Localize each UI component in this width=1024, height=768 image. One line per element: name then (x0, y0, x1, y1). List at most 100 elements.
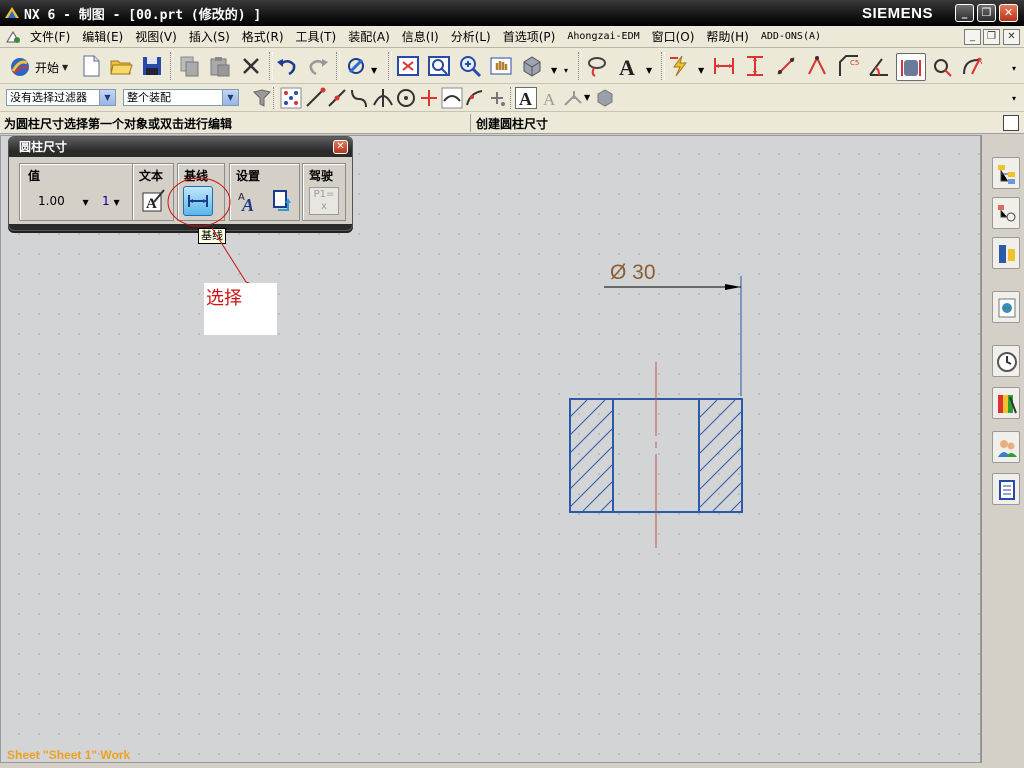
zoom-window-icon[interactable] (427, 54, 451, 78)
selection-scope-combo[interactable]: 整个装配 ▼ (123, 89, 239, 106)
mdi-restore-button[interactable]: ❐ (983, 29, 1000, 45)
control-point-icon[interactable] (348, 87, 370, 109)
text-snap-icon: A (519, 89, 532, 109)
minimize-button[interactable]: _ (955, 4, 974, 22)
point-constructor-icon[interactable] (486, 87, 508, 109)
menu-ahongzai-edm[interactable]: Ahongzai-EDM (561, 29, 645, 45)
text-snap-button[interactable]: A (515, 87, 537, 109)
history-tab[interactable] (992, 345, 1020, 377)
delete-icon[interactable] (239, 54, 263, 78)
menu-view[interactable]: 视图(V) (129, 29, 183, 45)
arc-center-icon[interactable] (395, 87, 417, 109)
intersection-point-icon[interactable] (372, 87, 394, 109)
general-filter-icon[interactable] (251, 87, 273, 109)
menu-analysis[interactable]: 分析(L) (445, 29, 497, 45)
cylindrical-dimension[interactable]: Ø 30 (604, 261, 742, 396)
text-group-label: 文本 (139, 169, 164, 183)
roles-tab[interactable] (992, 431, 1020, 463)
parallel-dimension-icon[interactable] (774, 54, 798, 78)
filter-dropdown-icon[interactable]: ▼ (584, 93, 590, 102)
tolerance-field[interactable]: 1 ▼ (102, 194, 120, 208)
reuse-library-tab[interactable] (992, 473, 1020, 505)
text-style-icon[interactable]: A (539, 87, 561, 109)
menu-help[interactable]: 帮助(H) (700, 29, 754, 45)
vertical-dimension-icon[interactable] (743, 54, 767, 78)
fit-icon[interactable] (396, 54, 420, 78)
chamfer-dimension-icon[interactable]: C5 (836, 54, 860, 78)
radius-dimension-icon[interactable]: R (960, 54, 984, 78)
angular-dimension-icon[interactable] (867, 54, 891, 78)
constraint-navigator-tab[interactable] (992, 197, 1020, 229)
dimension-text[interactable]: Ø 30 (610, 261, 656, 284)
menu-add-ons[interactable]: ADD-ONS(A) (755, 29, 827, 45)
restore-button[interactable]: ❐ (977, 4, 996, 22)
existing-point-icon[interactable] (418, 87, 440, 109)
command-finder-dropdown-icon[interactable]: ▼ (371, 66, 377, 75)
cue-line-options-icon[interactable] (1003, 115, 1019, 131)
type-filter-combo[interactable]: 没有选择过滤器 ▼ (6, 89, 116, 106)
nominal-value-field[interactable]: 1.00 ▼ (38, 194, 96, 208)
new-file-icon[interactable] (79, 54, 103, 78)
dimension-filter-icon[interactable] (562, 87, 584, 109)
tolerance-dropdown-icon[interactable]: ▼ (113, 198, 119, 207)
text-editor-icon[interactable]: A (140, 188, 166, 214)
baseline-group: 基线 (177, 163, 225, 221)
point-on-curve-icon[interactable] (441, 87, 463, 109)
view-toolbar-options-icon[interactable]: ▾ (564, 66, 568, 75)
cylindrical-dimension-button[interactable] (896, 53, 926, 81)
menu-information[interactable]: 信息(I) (396, 29, 445, 45)
system-visualization-tab[interactable] (992, 387, 1020, 419)
baseline-button[interactable] (183, 186, 213, 216)
text-group: 文本 A (132, 163, 174, 221)
mdi-minimize-button[interactable]: _ (964, 29, 981, 45)
menu-tools[interactable]: 工具(T) (290, 29, 343, 45)
command-finder-icon[interactable] (344, 54, 368, 78)
menu-file[interactable]: 文件(F) (24, 29, 76, 45)
section-view[interactable]: Ø 30 (569, 261, 743, 548)
zoom-icon[interactable] (458, 54, 482, 78)
chevron-down-icon: ▼ (222, 90, 238, 105)
nominal-dropdown-icon[interactable]: ▼ (83, 198, 89, 207)
perpendicular-dimension-icon[interactable] (805, 54, 829, 78)
menu-assembly[interactable]: 装配(A) (342, 29, 396, 45)
toolbar-overflow-icon[interactable]: ▾ (1012, 64, 1016, 73)
menu-window[interactable]: 窗口(O) (646, 29, 701, 45)
copy-icon[interactable] (178, 54, 202, 78)
start-button[interactable]: 开始 ▼ (8, 55, 68, 79)
inferred-dimension-icon[interactable] (668, 54, 692, 78)
end-point-icon[interactable] (304, 87, 326, 109)
undo-icon[interactable] (275, 54, 299, 78)
hole-dimension-icon[interactable] (929, 54, 953, 78)
menu-insert[interactable]: 插入(S) (183, 29, 236, 45)
driving-expression-button[interactable]: P1= x (309, 187, 339, 215)
close-button[interactable]: ✕ (999, 4, 1018, 22)
snap-point-icon[interactable] (280, 87, 302, 109)
web-browser-tab[interactable] (992, 291, 1020, 323)
dialog-close-button[interactable]: ✕ (333, 140, 348, 154)
rendering-style-icon[interactable] (520, 54, 544, 78)
mid-point-icon[interactable] (326, 87, 348, 109)
horizontal-dimension-icon[interactable] (712, 54, 736, 78)
menu-edit[interactable]: 编辑(E) (76, 29, 129, 45)
note-text-icon[interactable]: A (616, 54, 640, 78)
quadrant-point-icon[interactable] (464, 87, 486, 109)
body-filter-icon[interactable] (594, 87, 616, 109)
annotation-style-icon[interactable]: AA (236, 188, 262, 214)
pan-icon[interactable] (489, 54, 513, 78)
selection-toolbar-overflow-icon[interactable]: ▾ (1012, 94, 1016, 103)
reset-settings-icon[interactable] (268, 188, 294, 214)
dimension-dropdown-icon[interactable]: ▼ (698, 66, 704, 75)
document-menu-icon[interactable] (5, 29, 23, 45)
open-folder-icon[interactable] (109, 54, 133, 78)
part-navigator-tab[interactable] (992, 237, 1020, 269)
save-icon[interactable] (140, 54, 164, 78)
redo-icon[interactable] (306, 54, 330, 78)
menu-format[interactable]: 格式(R) (236, 29, 290, 45)
mdi-close-button[interactable]: ✕ (1003, 29, 1020, 45)
annotation-dropdown-icon[interactable]: ▼ (646, 66, 652, 75)
menu-preferences[interactable]: 首选项(P) (497, 29, 562, 45)
rendering-style-dropdown-icon[interactable]: ▼ (551, 66, 557, 75)
paste-icon[interactable] (207, 54, 231, 78)
lasso-select-icon[interactable] (585, 54, 609, 78)
assembly-navigator-tab[interactable] (992, 157, 1020, 189)
